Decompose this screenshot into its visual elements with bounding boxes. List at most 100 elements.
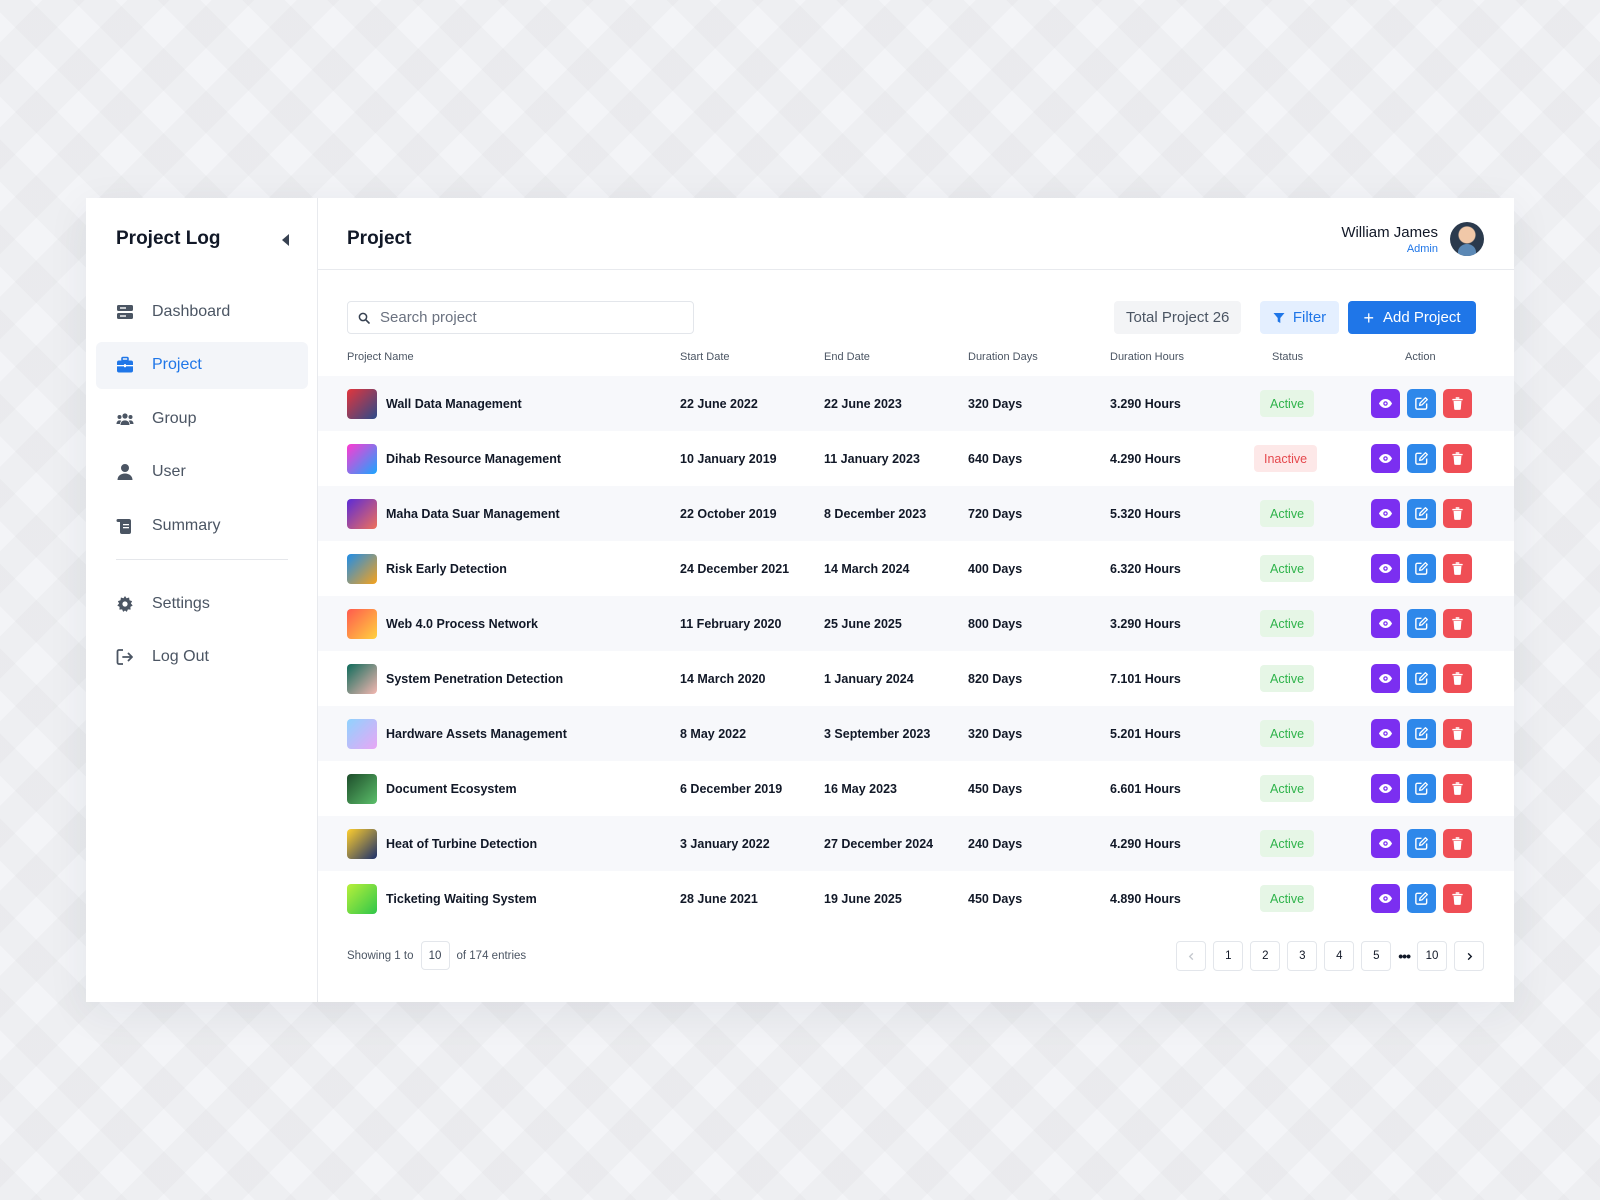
project-name[interactable]: Risk Early Detection <box>386 562 507 576</box>
view-button[interactable] <box>1371 609 1400 638</box>
table-row[interactable]: Document Ecosystem 6 December 2019 16 May … <box>318 761 1514 816</box>
sidebar-item-user[interactable]: User <box>96 449 308 496</box>
table-row[interactable]: System Penetration Detection 14 March 202… <box>318 651 1514 706</box>
column-header-duration-days[interactable]: Duration Days <box>968 351 1038 363</box>
edit-button[interactable] <box>1407 884 1436 913</box>
eye-icon <box>1378 891 1393 906</box>
next-page-button[interactable] <box>1454 941 1484 971</box>
table-row[interactable]: Web 4.0 Process Network 11 February 2020 2… <box>318 596 1514 651</box>
column-header-duration-hours[interactable]: Duration Hours <box>1110 351 1184 363</box>
page-title: Project <box>347 228 412 249</box>
page-button-2[interactable]: 2 <box>1250 941 1281 971</box>
search-box[interactable] <box>347 301 694 334</box>
sidebar-item-group[interactable]: Group <box>96 395 308 442</box>
trash-icon <box>1450 561 1465 576</box>
sidebar-item-settings[interactable]: Settings <box>96 580 308 627</box>
pagination-ellipsis: ••• <box>1398 948 1411 964</box>
project-name[interactable]: Dihab Resource Management <box>386 452 561 466</box>
sidebar-item-summary[interactable]: Summary <box>96 502 308 549</box>
sidebar-item-project[interactable]: Project <box>96 341 308 389</box>
project-name[interactable]: Ticketing Waiting System <box>386 892 537 906</box>
table-row[interactable]: Dihab Resource Management 10 January 2019… <box>318 431 1514 486</box>
table-row[interactable]: Risk Early Detection 24 December 2021 14 M… <box>318 541 1514 596</box>
view-button[interactable] <box>1371 719 1400 748</box>
sidebar-item-dashboard[interactable]: Dashboard <box>96 288 308 335</box>
page-size-select[interactable]: 10 <box>420 941 450 970</box>
page-button-3[interactable]: 3 <box>1287 941 1318 971</box>
status-cell: Active <box>1260 596 1315 651</box>
delete-button[interactable] <box>1443 554 1472 583</box>
user-profile[interactable]: William James Admin <box>1341 222 1484 256</box>
view-button[interactable] <box>1371 499 1400 528</box>
action-cell <box>1371 541 1479 596</box>
chevron-left-icon <box>1188 952 1194 960</box>
project-name-cell: Wall Data Management <box>347 376 522 431</box>
column-header-end-date[interactable]: End Date <box>824 351 870 363</box>
table-row[interactable]: Hardware Assets Management 8 May 2022 3 Se… <box>318 706 1514 761</box>
project-name[interactable]: Maha Data Suar Management <box>386 507 560 521</box>
project-name[interactable]: Heat of Turbine Detection <box>386 837 537 851</box>
view-button[interactable] <box>1371 554 1400 583</box>
avatar[interactable] <box>1450 222 1484 256</box>
project-thumbnail <box>347 663 377 694</box>
edit-icon <box>1414 506 1429 521</box>
table-row[interactable]: Wall Data Management 22 June 2022 22 June … <box>318 376 1514 431</box>
prev-page-button[interactable] <box>1176 941 1207 971</box>
view-button[interactable] <box>1371 389 1400 418</box>
add-project-button[interactable]: + Add Project <box>1348 301 1476 334</box>
page-button-5[interactable]: 5 <box>1361 941 1392 971</box>
status-cell: Active <box>1260 871 1315 926</box>
duration-hours-cell: 7.101 Hours <box>1110 671 1181 686</box>
sidebar-item-label: Summary <box>152 516 221 534</box>
search-input[interactable] <box>380 309 680 326</box>
column-header-status[interactable]: Status <box>1272 351 1303 363</box>
delete-button[interactable] <box>1443 499 1472 528</box>
table-row[interactable]: Heat of Turbine Detection 3 January 2022 2… <box>318 816 1514 871</box>
page-button-4[interactable]: 4 <box>1324 941 1355 971</box>
view-button[interactable] <box>1371 774 1400 803</box>
status-badge: Inactive <box>1254 445 1318 472</box>
view-button[interactable] <box>1371 444 1400 473</box>
project-name[interactable]: System Penetration Detection <box>386 672 563 686</box>
trash-icon <box>1450 891 1465 906</box>
delete-button[interactable] <box>1443 609 1472 638</box>
delete-button[interactable] <box>1443 719 1472 748</box>
delete-button[interactable] <box>1443 884 1472 913</box>
delete-button[interactable] <box>1443 829 1472 858</box>
edit-button[interactable] <box>1407 774 1436 803</box>
delete-button[interactable] <box>1443 774 1472 803</box>
edit-button[interactable] <box>1407 829 1436 858</box>
edit-button[interactable] <box>1407 389 1436 418</box>
delete-button[interactable] <box>1443 664 1472 693</box>
duration-days-cell: 320 Days <box>968 396 1023 411</box>
collapse-sidebar-icon[interactable] <box>282 234 289 246</box>
table-row[interactable]: Maha Data Suar Management 22 October 2019… <box>318 486 1514 541</box>
page-button-1[interactable]: 1 <box>1213 941 1244 971</box>
edit-button[interactable] <box>1407 444 1436 473</box>
delete-button[interactable] <box>1443 389 1472 418</box>
view-button[interactable] <box>1371 829 1400 858</box>
project-name[interactable]: Hardware Assets Management <box>386 727 567 741</box>
edit-button[interactable] <box>1407 609 1436 638</box>
edit-button[interactable] <box>1407 554 1436 583</box>
project-name[interactable]: Web 4.0 Process Network <box>386 617 538 631</box>
page-button-last[interactable]: 10 <box>1417 941 1447 971</box>
sidebar-item-logout[interactable]: Log Out <box>96 634 308 681</box>
edit-button[interactable] <box>1407 719 1436 748</box>
edit-icon <box>1414 836 1429 851</box>
column-header-project-name[interactable]: Project Name <box>347 351 414 363</box>
table-row[interactable]: Ticketing Waiting System 28 June 2021 19 J… <box>318 871 1514 926</box>
filter-button[interactable]: Filter <box>1260 301 1339 334</box>
edit-button[interactable] <box>1407 499 1436 528</box>
project-name[interactable]: Document Ecosystem <box>386 782 517 796</box>
edit-button[interactable] <box>1407 664 1436 693</box>
status-badge: Active <box>1260 885 1315 912</box>
edit-icon <box>1414 561 1429 576</box>
view-button[interactable] <box>1371 664 1400 693</box>
project-name[interactable]: Wall Data Management <box>386 397 522 411</box>
project-thumbnail <box>347 498 377 529</box>
view-button[interactable] <box>1371 884 1400 913</box>
delete-button[interactable] <box>1443 444 1472 473</box>
end-date-cell: 3 September 2023 <box>824 726 931 741</box>
column-header-start-date[interactable]: Start Date <box>680 351 730 363</box>
